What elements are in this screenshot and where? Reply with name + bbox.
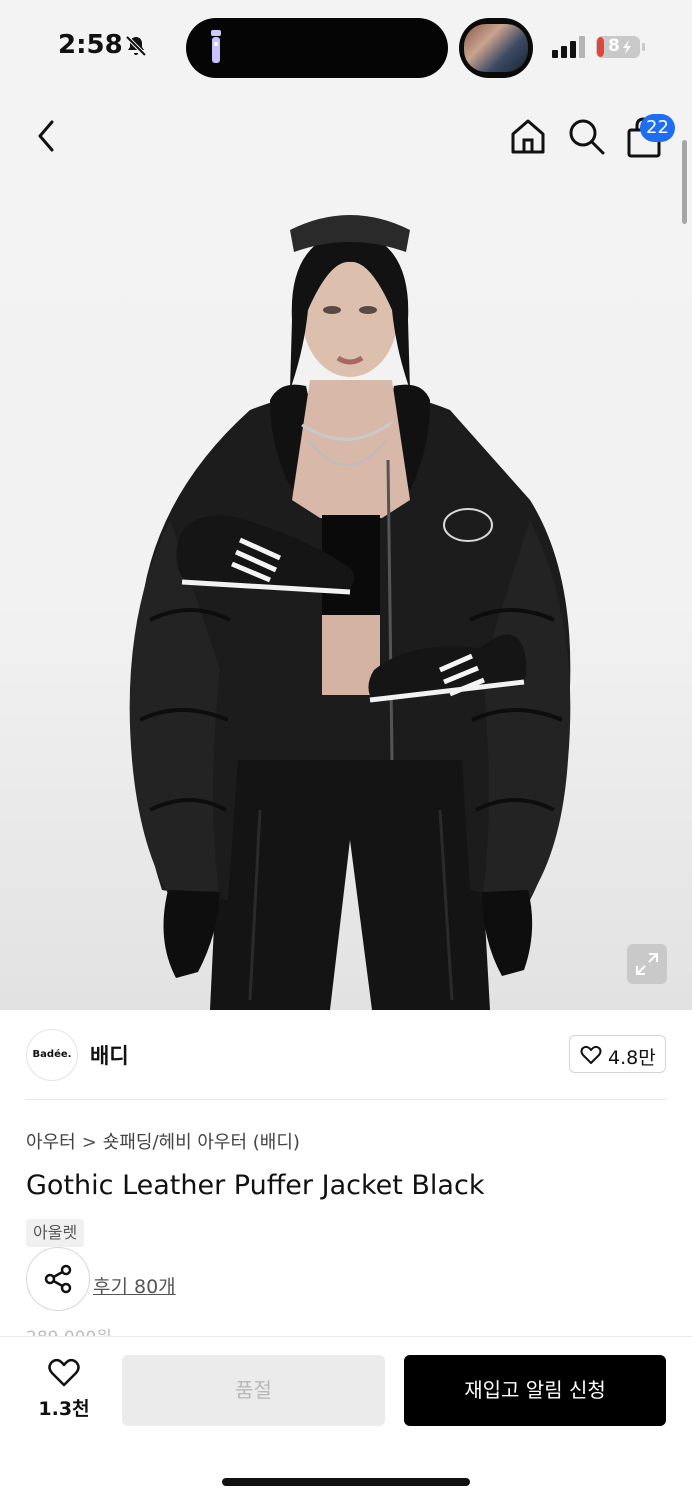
wishlist-count: 1.3천 <box>38 1398 90 1420</box>
share-button[interactable] <box>26 1247 90 1311</box>
share-icon <box>44 1264 72 1294</box>
video-pip-thumbnail[interactable] <box>459 18 533 78</box>
breadcrumb-category[interactable]: 아우터 <box>26 1132 76 1153</box>
status-time: 2:58 <box>58 30 123 60</box>
reviews-link[interactable]: 후기 80개 <box>93 1272 176 1299</box>
brand-like-count: 4.8만 <box>608 1047 656 1069</box>
expand-image-button[interactable] <box>627 944 667 984</box>
cart-count-badge: 22 <box>640 114 675 142</box>
battery-level: 8 <box>608 36 620 56</box>
restock-alert-button[interactable]: 재입고 알림 신청 <box>404 1355 666 1426</box>
expand-icon <box>636 953 658 975</box>
product-photo[interactable] <box>110 200 590 1010</box>
brand-like-button[interactable]: 4.8만 <box>569 1035 666 1073</box>
battery-indicator: 8 <box>596 35 646 59</box>
brand-logo[interactable]: Badée. <box>26 1029 78 1081</box>
flashlight-icon <box>211 30 221 63</box>
wishlist-button[interactable]: 1.3천 <box>30 1356 98 1420</box>
brand-name[interactable]: 배디 <box>90 1040 129 1070</box>
breadcrumb: 아우터 > 숏패딩/헤비 아우터 (배디) <box>26 1128 300 1154</box>
breadcrumb-separator: > <box>81 1132 97 1153</box>
sold-out-button: 품절 <box>122 1355 385 1426</box>
outlet-tag: 아울렛 <box>26 1219 85 1247</box>
chevron-left-icon[interactable] <box>30 118 62 154</box>
battery-charging-icon <box>596 36 645 58</box>
heart-icon <box>48 1358 80 1387</box>
bell-slash-icon <box>125 35 147 57</box>
pip-thumbnail-image <box>464 24 528 72</box>
home-icon[interactable] <box>508 116 548 156</box>
divider <box>26 1099 666 1100</box>
dynamic-island[interactable] <box>186 18 448 78</box>
home-indicator[interactable] <box>222 1478 470 1486</box>
signal-icon <box>552 36 585 58</box>
scrollbar[interactable] <box>682 140 687 224</box>
breadcrumb-subcategory[interactable]: 숏패딩/헤비 아우터 (배디) <box>103 1132 300 1153</box>
product-title: Gothic Leather Puffer Jacket Black <box>26 1170 485 1201</box>
heart-icon <box>580 1045 602 1064</box>
search-icon[interactable] <box>566 116 606 156</box>
